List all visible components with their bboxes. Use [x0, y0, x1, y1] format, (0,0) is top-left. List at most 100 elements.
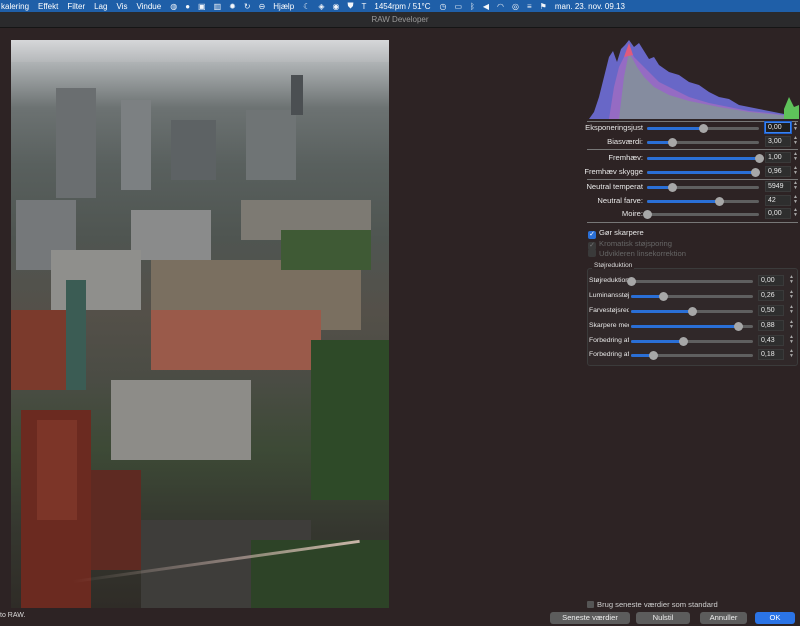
noise-stepper[interactable]: ▲ ▼ [789, 275, 794, 285]
moon-icon[interactable]: ☾ [303, 2, 310, 11]
menu-item-vis[interactable]: Vis [116, 2, 127, 11]
fan-status[interactable]: 1454rpm / 51°C [374, 2, 430, 11]
lens-label: Udvikleren linsekorrektion [599, 249, 686, 258]
cancel-button[interactable]: Annuller [700, 612, 747, 624]
battery-icon[interactable]: ▭ [454, 2, 462, 11]
tower [291, 75, 303, 115]
noise-slider[interactable] [631, 307, 753, 316]
highlight-field[interactable]: 1,00 [765, 152, 791, 163]
slider-knob[interactable] [699, 124, 708, 133]
menu-item-vindue[interactable]: Vindue [136, 2, 161, 11]
bluetooth-icon[interactable]: ᛒ [470, 2, 475, 11]
bias-stepper[interactable]: ▲ ▼ [793, 136, 798, 147]
slider-knob[interactable] [750, 168, 760, 177]
tint-row: Neutral farve: 42 ▲ ▼ [587, 194, 799, 208]
camera-icon[interactable]: ▣ [198, 2, 206, 11]
noise-slider[interactable] [627, 277, 753, 286]
noise-slider[interactable] [631, 292, 753, 301]
bias-slider[interactable] [647, 138, 759, 147]
sharpen-checkbox[interactable]: ✓ Gør skarpere [588, 228, 644, 239]
menu-item-filter[interactable]: Filter [67, 2, 85, 11]
noise-field[interactable]: 0,43 [758, 335, 784, 346]
noise-stepper[interactable]: ▲ ▼ [789, 305, 794, 315]
minus-circle-icon[interactable]: ⊖ [259, 2, 266, 11]
noise-group-title: Støjreduktion [592, 262, 635, 269]
slider-knob[interactable] [643, 210, 652, 219]
sky [11, 40, 389, 62]
menu-item-effekt[interactable]: Effekt [38, 2, 58, 11]
use-recent-checkbox[interactable]: Brug seneste værdier som standard [587, 600, 718, 609]
temperature-slider[interactable] [647, 183, 759, 192]
noise-slider[interactable] [631, 322, 753, 331]
control-center-icon[interactable]: ≡ [527, 2, 532, 11]
ok-button[interactable]: OK [755, 612, 795, 624]
text-icon[interactable]: T [361, 2, 366, 11]
noise-stepper[interactable]: ▲ ▼ [789, 349, 794, 359]
raw-preview-image[interactable] [11, 40, 389, 608]
noise-row: Forbedring af 0,18 ▲ ▼ [589, 349, 799, 362]
tint-slider[interactable] [647, 197, 759, 206]
moire-stepper[interactable]: ▲ ▼ [793, 208, 798, 219]
moire-label: Moire: [621, 209, 643, 218]
noise-field[interactable]: 0,00 [758, 275, 784, 286]
recent-values-button[interactable]: Seneste værdier [550, 612, 630, 624]
user-icon[interactable]: ● [185, 2, 190, 11]
highlight-slider[interactable] [647, 154, 764, 163]
gear-icon[interactable]: ✹ [229, 2, 236, 11]
exposure-stepper[interactable]: ▲ ▼ [793, 122, 798, 133]
shadow-field[interactable]: 0,96 [765, 166, 791, 177]
sync-icon[interactable]: ↻ [244, 2, 251, 11]
slider-knob[interactable] [667, 183, 677, 192]
flag-icon[interactable]: ⚑ [540, 2, 547, 11]
highlight-stepper[interactable]: ▲ ▼ [793, 152, 798, 163]
menu-item-lag[interactable]: Lag [94, 2, 107, 11]
bias-field[interactable]: 3,00 [765, 136, 791, 147]
menu-bar: kalering Effekt Filter Lag Vis Vindue ◍ … [0, 0, 800, 12]
slider-knob[interactable] [714, 197, 724, 206]
noise-field[interactable]: 0,50 [758, 305, 784, 316]
tint-stepper[interactable]: ▲ ▼ [793, 195, 798, 206]
noise-field[interactable]: 0,88 [758, 320, 784, 331]
moire-field[interactable]: 0,00 [765, 208, 791, 219]
shield-icon[interactable]: ⛊ [347, 1, 353, 11]
volume-icon[interactable]: ◀ [483, 2, 489, 11]
globe-icon[interactable]: ◍ [170, 2, 177, 11]
temperature-stepper[interactable]: ▲ ▼ [793, 181, 798, 192]
building-block [111, 380, 251, 460]
noise-slider[interactable] [631, 351, 753, 360]
exposure-slider[interactable] [647, 124, 759, 133]
slider-knob[interactable] [755, 154, 764, 163]
menu-item-help[interactable]: Hjælp [273, 2, 294, 11]
slider-knob[interactable] [658, 292, 668, 301]
slider-knob[interactable] [648, 351, 658, 360]
tint-field[interactable]: 42 [765, 195, 791, 206]
slider-fill [631, 325, 739, 328]
noise-field[interactable]: 0,26 [758, 290, 784, 301]
slider-knob[interactable] [627, 277, 636, 286]
checkmark-icon[interactable]: ✓ [588, 231, 596, 239]
noise-stepper[interactable]: ▲ ▼ [789, 335, 794, 345]
shadow-stepper[interactable]: ▲ ▼ [793, 166, 798, 177]
clock-icon[interactable]: ◷ [440, 2, 447, 11]
temperature-field[interactable]: 5949 [765, 181, 791, 192]
siri-icon[interactable]: ◎ [512, 2, 519, 11]
slider-knob[interactable] [667, 138, 677, 147]
slider-knob[interactable] [734, 322, 744, 331]
shadow-slider[interactable] [647, 168, 760, 177]
wifi-icon[interactable]: ◠ [497, 2, 504, 11]
exposure-field[interactable]: 0,00 [765, 122, 791, 133]
menu-item-kalering[interactable]: kalering [1, 2, 29, 11]
slider-knob[interactable] [679, 337, 689, 346]
antivirus-icon[interactable]: ◈ [318, 2, 324, 11]
checkbox-empty-icon[interactable] [587, 601, 594, 608]
noise-stepper[interactable]: ▲ ▼ [789, 290, 794, 300]
moire-slider[interactable] [643, 210, 759, 219]
noise-slider[interactable] [631, 337, 753, 346]
slider-knob[interactable] [688, 307, 697, 316]
trash-icon[interactable]: ▥ [214, 2, 222, 11]
reset-button[interactable]: Nulstil [636, 612, 690, 624]
noise-stepper[interactable]: ▲ ▼ [789, 320, 794, 330]
eye-icon[interactable]: ◉ [333, 2, 340, 11]
noise-field[interactable]: 0,18 [758, 349, 784, 360]
clock-text[interactable]: man. 23. nov. 09.13 [555, 2, 625, 11]
